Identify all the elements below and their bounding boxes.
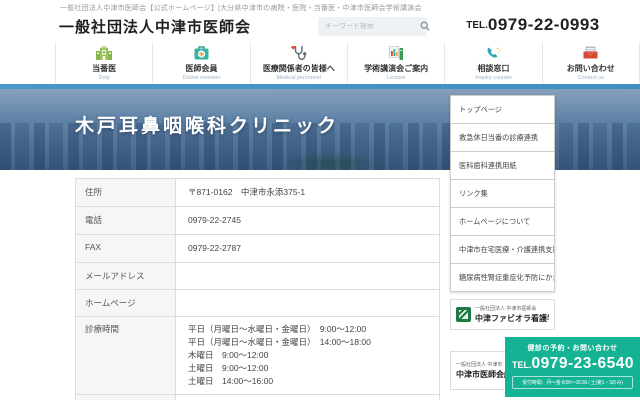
nav-label: 学術講演会ご案内 [364,64,429,73]
search-icon [420,19,430,34]
contact-heading: 健診の予約・お問い合わせ [527,345,618,352]
first-aid-kit-icon [193,43,210,62]
sidebar-item-emergency-duty[interactable]: 救急休日当番の診療連携 [451,124,554,152]
table-row-fax: FAX 0979-22-2787 [76,235,440,263]
tel-label: TEL. [466,20,488,31]
page: 一般社団法人中津市医師会【公式ホームページ】|大分県中津市の病院・医院・当番医・… [0,0,640,400]
banner-name: 中津市医師会総 [456,370,512,379]
phone-icon [485,43,502,62]
mail-icon [582,43,599,62]
table-row-hours: 診療時間 平日（月曜日～水曜日・金曜日） 9:00～12:00 平日（月曜日～水… [76,317,440,395]
row-value: 0979-22-2787 [176,235,440,262]
row-label: メールアドレス [76,263,176,289]
lecture-icon [388,43,405,62]
row-value: 0979-22-2745 [176,207,440,234]
contact-tel: TEL.0979-23-6540 [512,355,635,373]
meta-tagline: 一般社団法人中津市医師会【公式ホームページ】|大分県中津市の病院・医院・当番医・… [60,5,422,12]
row-value [176,290,440,316]
nav-item-contact[interactable]: お問い合わせ Contact us [541,42,640,84]
banner-org: 一般社団法人 中津市医師会 [475,306,537,312]
contact-hours: 受付時間：月～金 8:00～16:30 / 土(第1・3のみ) [512,376,633,389]
row-label: 住所 [76,179,176,206]
nav-sub: Inquiry counter [475,75,512,81]
nav-sub: Medical personnel [276,75,322,81]
search-button[interactable] [420,17,430,36]
nav-sub: Doctor member [182,75,221,81]
row-value [176,263,440,289]
nav-sub: Lecture [386,75,406,81]
row-label: 診療時間 [76,317,176,394]
row-label: 電話 [76,207,176,234]
sidebar-item-links[interactable]: リンク集 [451,180,554,208]
nursing-school-logo-icon [456,307,471,322]
nav-item-doctor-member[interactable]: 医師会員 Doctor member [152,42,249,84]
contact-tel-number: 0979-23-6540 [531,355,635,372]
nav-label: 相談窓口 [477,64,510,73]
row-value: 〒871-0162 中津市永添375-1 [176,179,440,206]
row-label: FAX [76,235,176,262]
tel-number: 0979-22-0993 [487,15,600,34]
nav-label: 当番医 [92,64,117,73]
site-title[interactable]: 一般社団法人中津市医師会 [59,16,251,37]
hospital-icon [95,43,113,62]
stethoscope-icon [290,43,307,62]
sidebar-item-dental-form[interactable]: 医科歯科連携用紙 [451,152,554,180]
table-row-website: ホームページ [76,290,440,317]
nav-item-medical-personnel[interactable]: 医療関係者の皆様へ Medical personnel [249,42,347,84]
nav-item-consultation[interactable]: 相談窓口 Inquiry counter [444,42,541,84]
nav-label: 医師会員 [185,64,218,73]
sidebar-item-diabetes-prevention[interactable]: 糖尿病性腎症重症化予防にかか [451,264,554,292]
row-label: ホームページ [76,290,176,316]
banner-name: 中津ファビオラ看護学校 [475,314,549,323]
banner-org: 一般社団法人 中津市 [456,362,503,368]
nursing-school-banner[interactable]: 一般社団法人 中津市医師会 中津ファビオラ看護学校 [450,299,555,330]
nav-sub: Contact us [577,75,604,81]
nav-sub: Duty [98,75,110,81]
page-title: 木戸耳鼻咽喉科クリニック [75,116,340,137]
search-box [318,17,430,36]
main-nav: 当番医 Duty 医師会員 Doctor member 医療関係者の皆様へ Me… [55,42,640,84]
sidebar-item-about-homepage[interactable]: ホームページについて [451,208,554,236]
row-value: 平日（月曜日～水曜日・金曜日） 9:00～12:00 平日（月曜日～水曜日・金曜… [176,317,440,394]
sidebar-item-top-page[interactable]: トップページ [451,96,554,124]
table-row-address: 住所 〒871-0162 中津市永添375-1 [76,179,440,207]
nav-item-duty-doctor[interactable]: 当番医 Duty [55,42,152,84]
nav-label: お問い合わせ [566,64,615,73]
header-tel: TEL.0979-22-0993 [443,15,623,35]
sidebar-item-home-care-support[interactable]: 中津市在宅医療・介護連携支援 [451,236,554,264]
table-row-closed: 休診日 日曜日・祝日 [76,395,440,400]
table-row-phone: 電話 0979-22-2745 [76,207,440,235]
table-row-email: メールアドレス [76,263,440,290]
search-input[interactable] [318,23,420,30]
nav-label: 医療関係者の皆様へ [262,64,335,73]
row-value-closed-days: 日曜日・祝日 [176,395,440,400]
row-label: 休診日 [76,395,176,400]
sidebar-menu: トップページ 救急休日当番の診療連携 医科歯科連携用紙 リンク集 ホームページに… [450,95,555,292]
contact-tel-label: TEL. [512,360,532,370]
clinic-info-table: 住所 〒871-0162 中津市永添375-1 電話 0979-22-2745 … [75,178,440,400]
checkup-contact-box[interactable]: 健診の予約・お問い合わせ TEL.0979-23-6540 受付時間：月～金 8… [505,337,640,397]
nav-item-lecture[interactable]: 学術講演会ご案内 Lecture [346,42,444,84]
